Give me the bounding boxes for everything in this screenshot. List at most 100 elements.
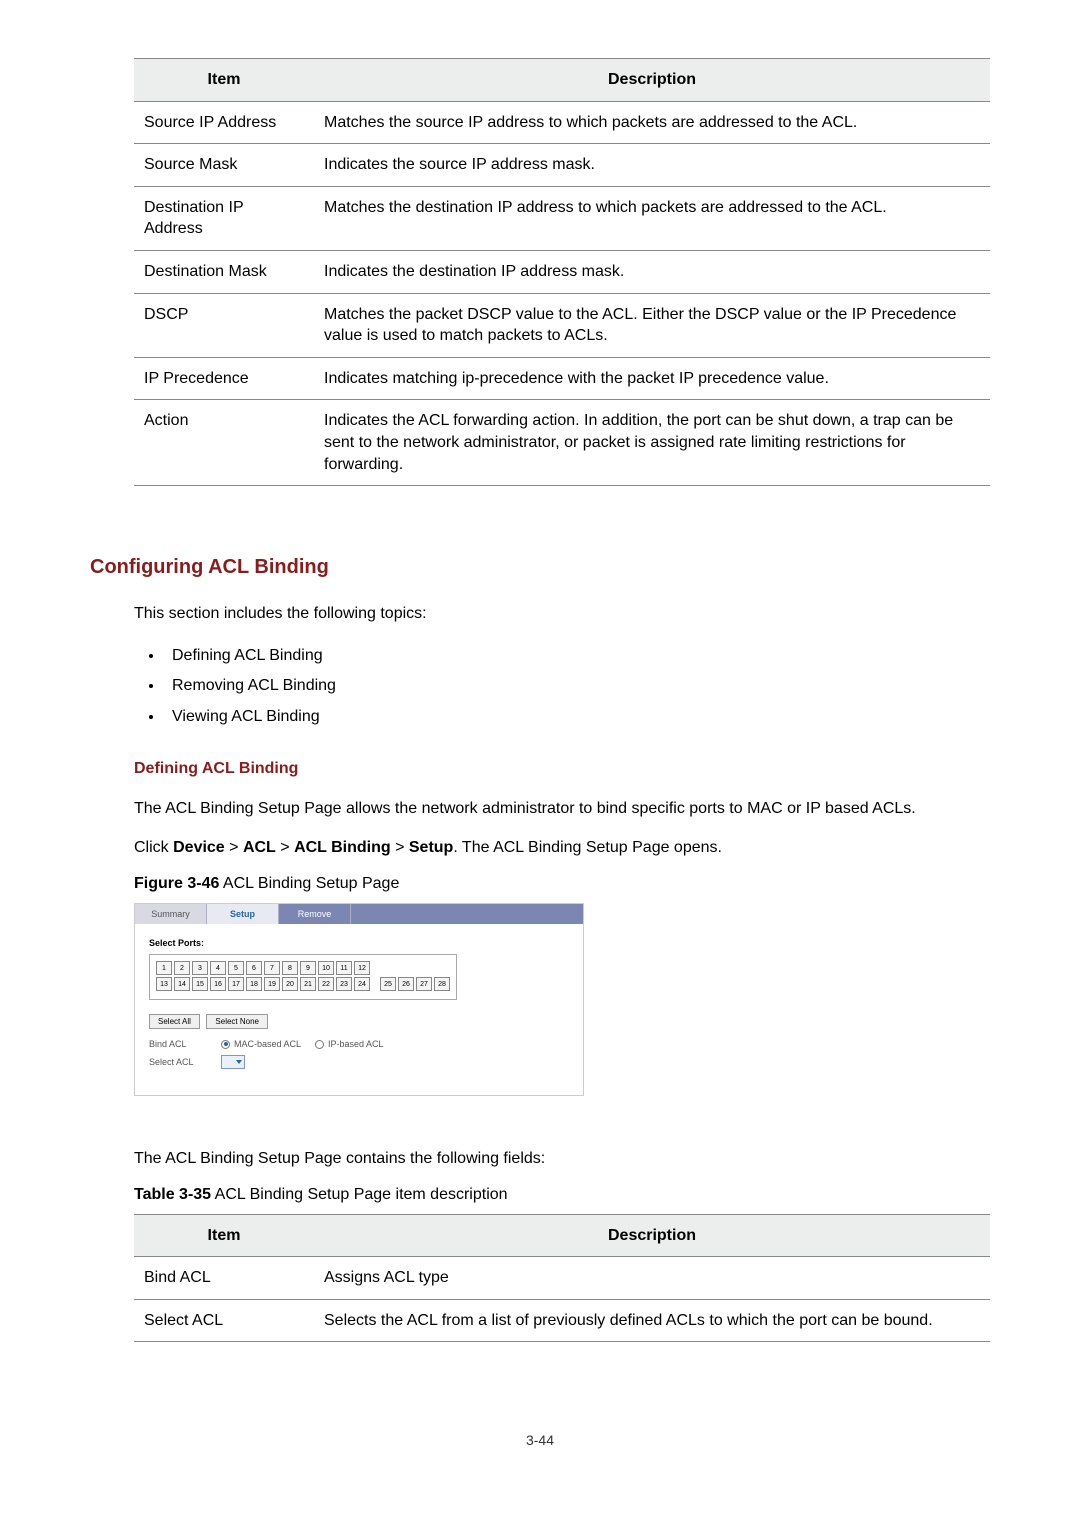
bind-acl-label: Bind ACL bbox=[149, 1039, 207, 1049]
cell-desc: Indicates matching ip-precedence with th… bbox=[314, 357, 990, 400]
cell-desc: Indicates the destination IP address mas… bbox=[314, 250, 990, 293]
port-button[interactable]: 10 bbox=[318, 961, 334, 975]
tab-remove[interactable]: Remove bbox=[279, 904, 351, 924]
port-button[interactable]: 3 bbox=[192, 961, 208, 975]
select-all-button[interactable]: Select All bbox=[149, 1014, 200, 1029]
table2-text: ACL Binding Setup Page item description bbox=[211, 1186, 507, 1203]
port-button[interactable]: 9 bbox=[300, 961, 316, 975]
port-button[interactable]: 17 bbox=[228, 977, 244, 991]
port-button[interactable]: 28 bbox=[434, 977, 450, 991]
port-button[interactable]: 13 bbox=[156, 977, 172, 991]
select-acl-label: Select ACL bbox=[149, 1057, 207, 1067]
radio-mac-text: MAC-based ACL bbox=[234, 1039, 301, 1049]
table-row: DSCPMatches the packet DSCP value to the… bbox=[134, 293, 990, 357]
definition-table-2: Item Description Bind ACLAssigns ACL typ… bbox=[134, 1214, 990, 1343]
table-row: Source MaskIndicates the source IP addre… bbox=[134, 144, 990, 187]
table-row: Bind ACLAssigns ACL type bbox=[134, 1257, 990, 1300]
acl-binding-setup-screenshot: Summary Setup Remove Select Ports: 12345… bbox=[134, 903, 584, 1096]
intro-text: This section includes the following topi… bbox=[134, 601, 990, 627]
cell-item: Destination Mask bbox=[134, 250, 314, 293]
figure-label: Figure 3-46 bbox=[134, 875, 219, 892]
port-button[interactable]: 4 bbox=[210, 961, 226, 975]
cell-desc: Indicates the ACL forwarding action. In … bbox=[314, 400, 990, 486]
tab-bar: Summary Setup Remove bbox=[135, 904, 583, 924]
port-grid: 123456789101112 131415161718192021222324… bbox=[149, 954, 457, 1000]
port-button[interactable]: 11 bbox=[336, 961, 352, 975]
cell-desc: Matches the destination IP address to wh… bbox=[314, 186, 990, 250]
table2-body: Bind ACLAssigns ACL typeSelect ACLSelect… bbox=[134, 1257, 990, 1342]
radio-ip-text: IP-based ACL bbox=[328, 1039, 384, 1049]
bc-0: Device bbox=[173, 839, 225, 856]
cell-desc: Indicates the source IP address mask. bbox=[314, 144, 990, 187]
port-row-2: 131415161718192021222324 25262728 bbox=[156, 977, 450, 991]
table-row: ActionIndicates the ACL forwarding actio… bbox=[134, 400, 990, 486]
cell-desc: Selects the ACL from a list of previousl… bbox=[314, 1299, 990, 1342]
cell-item: Select ACL bbox=[134, 1299, 314, 1342]
click-suffix: . The ACL Binding Setup Page opens. bbox=[453, 839, 722, 856]
port-button[interactable]: 2 bbox=[174, 961, 190, 975]
list-item: Removing ACL Binding bbox=[164, 671, 990, 701]
figure-caption: Figure 3-46 ACL Binding Setup Page bbox=[134, 875, 990, 893]
port-button[interactable]: 27 bbox=[416, 977, 432, 991]
port-button[interactable]: 12 bbox=[354, 961, 370, 975]
port-button[interactable]: 21 bbox=[300, 977, 316, 991]
port-button[interactable]: 18 bbox=[246, 977, 262, 991]
table-row: IP PrecedenceIndicates matching ip-prece… bbox=[134, 357, 990, 400]
port-button[interactable]: 19 bbox=[264, 977, 280, 991]
bc-2: ACL Binding bbox=[294, 839, 391, 856]
tab-setup[interactable]: Setup bbox=[207, 904, 279, 924]
port-button[interactable]: 25 bbox=[380, 977, 396, 991]
port-button[interactable]: 22 bbox=[318, 977, 334, 991]
port-button[interactable]: 7 bbox=[264, 961, 280, 975]
figure-text: ACL Binding Setup Page bbox=[219, 875, 399, 892]
bc-3: Setup bbox=[409, 839, 453, 856]
th-desc: Description bbox=[314, 59, 990, 102]
port-button[interactable]: 8 bbox=[282, 961, 298, 975]
port-button[interactable]: 15 bbox=[192, 977, 208, 991]
paragraph-1: The ACL Binding Setup Page allows the ne… bbox=[134, 796, 990, 822]
definition-table-1: Item Description Source IP AddressMatche… bbox=[134, 58, 990, 486]
click-path: Click Device > ACL > ACL Binding > Setup… bbox=[134, 835, 990, 861]
port-button[interactable]: 23 bbox=[336, 977, 352, 991]
section-heading: Configuring ACL Binding bbox=[90, 556, 990, 579]
radio-dot-icon bbox=[315, 1040, 324, 1049]
topics-list: Defining ACL BindingRemoving ACL Binding… bbox=[164, 641, 990, 732]
port-button[interactable]: 6 bbox=[246, 961, 262, 975]
port-button[interactable]: 1 bbox=[156, 961, 172, 975]
cell-item: IP Precedence bbox=[134, 357, 314, 400]
radio-mac-based[interactable]: MAC-based ACL bbox=[221, 1039, 301, 1049]
port-button[interactable]: 5 bbox=[228, 961, 244, 975]
cell-desc: Matches the packet DSCP value to the ACL… bbox=[314, 293, 990, 357]
tab-summary[interactable]: Summary bbox=[135, 904, 207, 924]
port-button[interactable]: 16 bbox=[210, 977, 226, 991]
port-gap bbox=[372, 977, 378, 991]
port-button[interactable]: 20 bbox=[282, 977, 298, 991]
cell-item: Bind ACL bbox=[134, 1257, 314, 1300]
table-row: Source IP AddressMatches the source IP a… bbox=[134, 101, 990, 144]
select-none-button[interactable]: Select None bbox=[206, 1014, 268, 1029]
th2-desc: Description bbox=[314, 1214, 990, 1257]
list-item: Viewing ACL Binding bbox=[164, 702, 990, 732]
port-row-1: 123456789101112 bbox=[156, 961, 450, 975]
th2-item: Item bbox=[134, 1214, 314, 1257]
cell-item: Source Mask bbox=[134, 144, 314, 187]
subsection-heading: Defining ACL Binding bbox=[134, 760, 990, 778]
cell-desc: Matches the source IP address to which p… bbox=[314, 101, 990, 144]
table-row: Destination IP AddressMatches the destin… bbox=[134, 186, 990, 250]
cell-item: DSCP bbox=[134, 293, 314, 357]
bc-1: ACL bbox=[243, 839, 276, 856]
cell-item: Action bbox=[134, 400, 314, 486]
table2-caption: Table 3-35 ACL Binding Setup Page item d… bbox=[134, 1186, 990, 1204]
cell-desc: Assigns ACL type bbox=[314, 1257, 990, 1300]
paragraph-2: The ACL Binding Setup Page contains the … bbox=[134, 1146, 990, 1172]
list-item: Defining ACL Binding bbox=[164, 641, 990, 671]
radio-ip-based[interactable]: IP-based ACL bbox=[315, 1039, 384, 1049]
click-prefix: Click bbox=[134, 839, 173, 856]
table-row: Select ACLSelects the ACL from a list of… bbox=[134, 1299, 990, 1342]
port-button[interactable]: 24 bbox=[354, 977, 370, 991]
cell-item: Source IP Address bbox=[134, 101, 314, 144]
radio-dot-icon bbox=[221, 1040, 230, 1049]
select-acl-dropdown[interactable] bbox=[221, 1055, 245, 1069]
port-button[interactable]: 14 bbox=[174, 977, 190, 991]
port-button[interactable]: 26 bbox=[398, 977, 414, 991]
